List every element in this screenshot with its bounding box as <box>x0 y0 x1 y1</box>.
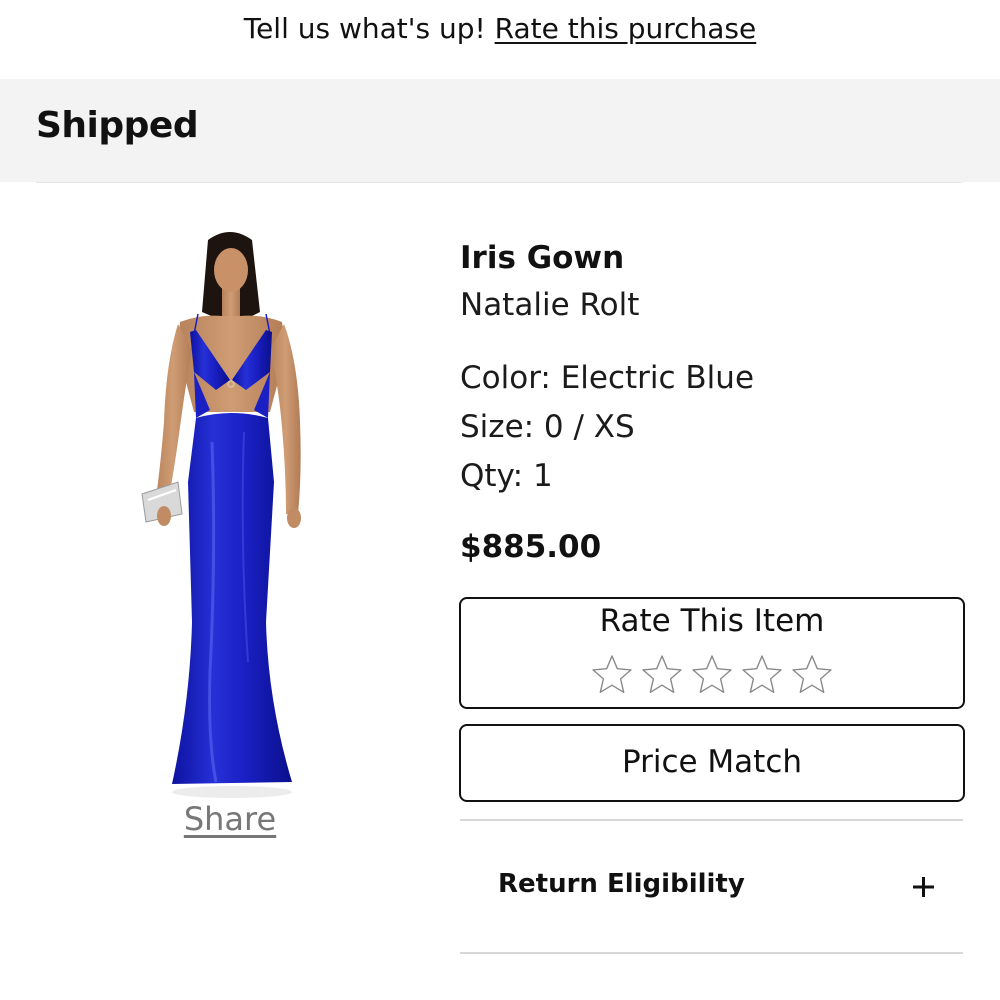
divider <box>460 952 963 954</box>
share-link[interactable]: Share <box>130 800 330 838</box>
product-quantity: Qty: 1 <box>460 458 553 494</box>
divider <box>460 819 963 821</box>
order-status: Shipped <box>36 105 199 146</box>
price-match-label: Price Match <box>621 744 803 780</box>
star-icon[interactable] <box>641 653 683 695</box>
product-brand[interactable]: Natalie Rolt <box>460 287 639 323</box>
feedback-prompt: Tell us what's up! <box>243 12 486 45</box>
star-icon[interactable] <box>741 653 783 695</box>
product-image[interactable] <box>120 222 345 802</box>
product-size: Size: 0 / XS <box>460 409 635 445</box>
return-eligibility-label: Return Eligibility <box>498 869 745 899</box>
product-name[interactable]: Iris Gown <box>460 240 624 276</box>
product-price: $885.00 <box>460 529 602 565</box>
rate-item-card: Rate This Item <box>459 597 965 709</box>
star-rating <box>461 653 963 699</box>
plus-icon[interactable] <box>910 874 936 900</box>
feedback-banner: Tell us what's up! Rate this purchase <box>0 0 1000 60</box>
rate-purchase-link[interactable]: Rate this purchase <box>495 12 757 45</box>
product-color: Color: Electric Blue <box>460 360 755 396</box>
order-status-header: Shipped <box>0 79 1000 182</box>
star-icon[interactable] <box>791 653 833 695</box>
rate-item-label: Rate This Item <box>599 603 825 639</box>
star-icon[interactable] <box>591 653 633 695</box>
return-eligibility-accordion[interactable]: Return Eligibility <box>460 822 963 950</box>
star-icon[interactable] <box>691 653 733 695</box>
price-match-button[interactable]: Price Match <box>459 724 965 802</box>
divider <box>36 182 962 183</box>
